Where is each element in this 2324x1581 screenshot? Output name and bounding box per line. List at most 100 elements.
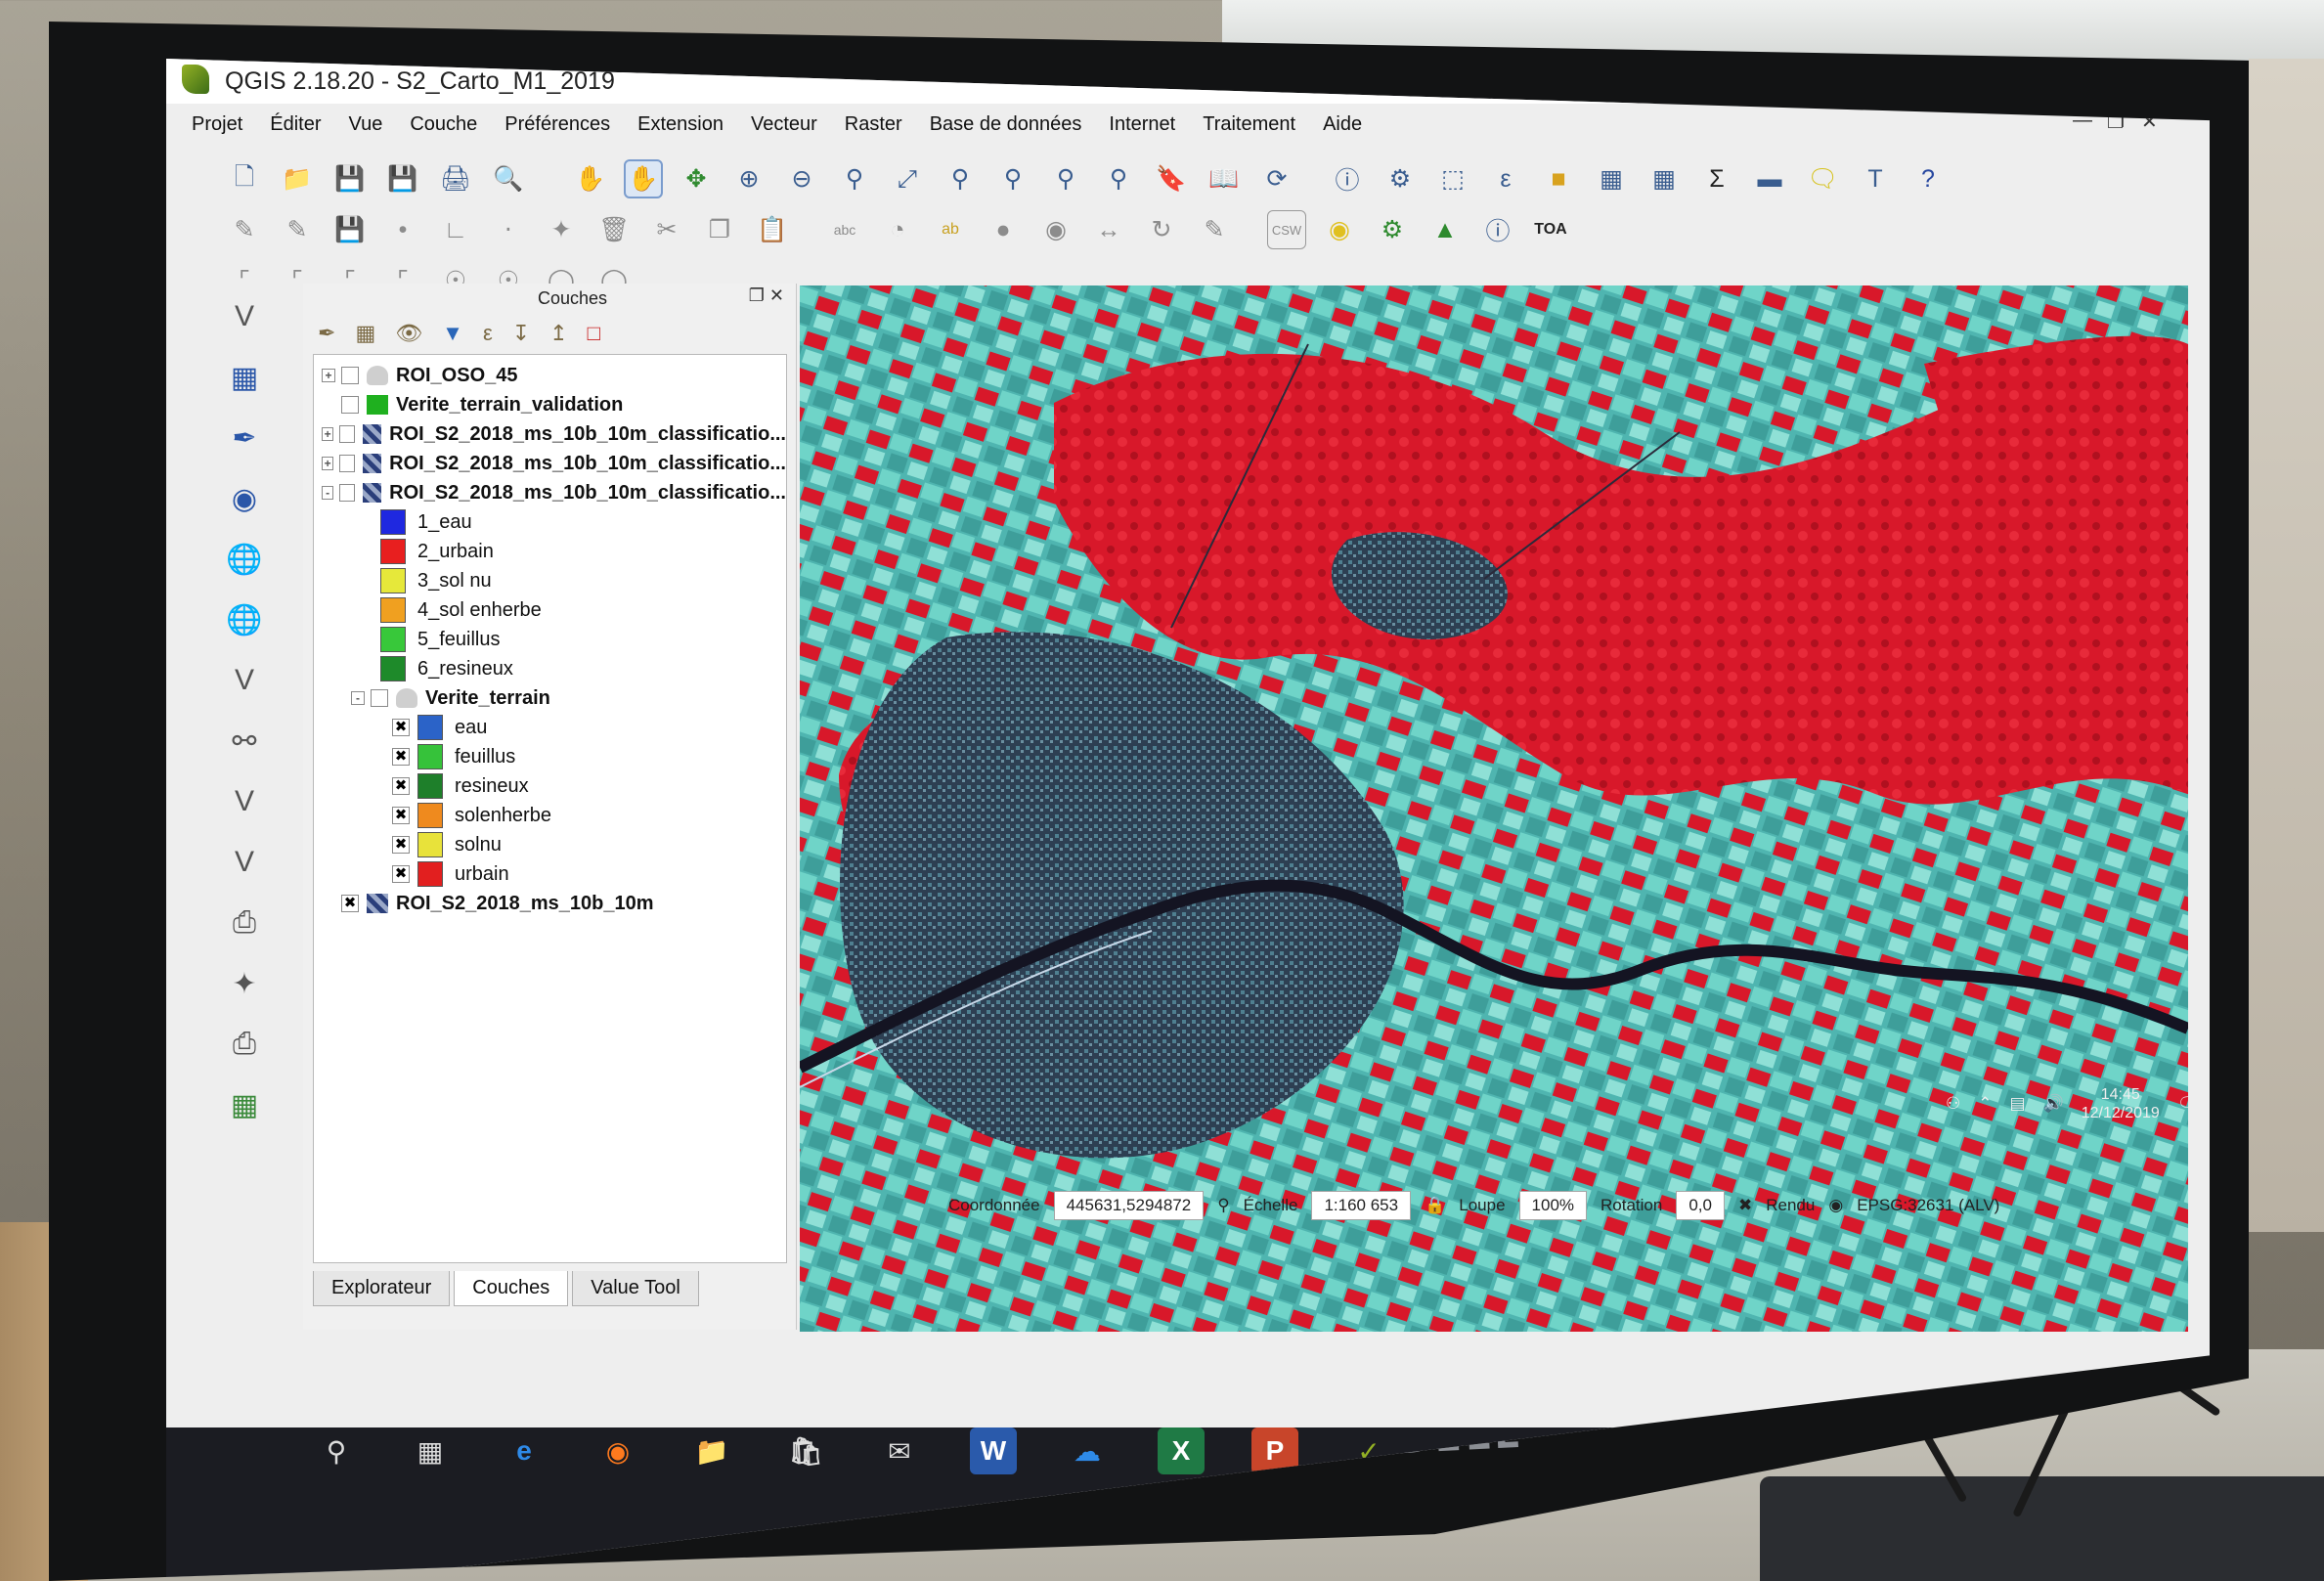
scale-lock-icon[interactable]: ⚲ bbox=[1217, 1196, 1229, 1215]
help-icon[interactable]: ? bbox=[1908, 159, 1948, 198]
menu-projet[interactable]: Projet bbox=[192, 113, 242, 136]
add-delimited-text-icon[interactable]: ⚯ bbox=[221, 718, 268, 765]
node-tool-2-icon[interactable]: ✦ bbox=[542, 210, 581, 249]
value-tool-icon[interactable]: ⓘ bbox=[1478, 210, 1517, 249]
processing-icon[interactable]: ⚙ bbox=[1373, 210, 1412, 249]
delete-selected-icon[interactable]: 🗑 bbox=[594, 210, 634, 249]
lock-icon[interactable]: 🔒 bbox=[1425, 1196, 1445, 1215]
text-annotation-icon[interactable]: T bbox=[1856, 159, 1895, 198]
zoom-layer-icon[interactable]: ⚲ bbox=[993, 159, 1032, 198]
new-shapefile-icon[interactable]: V bbox=[221, 839, 268, 886]
run-action-icon[interactable]: ⚙ bbox=[1381, 159, 1420, 198]
class-visibility-checkbox[interactable]: ✖ bbox=[392, 865, 410, 883]
new-bookmark-icon[interactable]: 🔖 bbox=[1152, 159, 1191, 198]
layer-visibility-checkbox[interactable] bbox=[339, 455, 356, 472]
collapse-all-icon[interactable]: ↥ bbox=[549, 321, 567, 346]
menu-aide[interactable]: Aide bbox=[1323, 113, 1362, 136]
rotate-label-icon[interactable]: ↻ bbox=[1142, 210, 1181, 249]
toggle-editing-icon[interactable]: ✎ bbox=[278, 210, 317, 249]
refresh-icon[interactable]: ⟳ bbox=[1257, 159, 1296, 198]
current-edits-icon[interactable]: ✎ bbox=[225, 210, 264, 249]
menu-raster[interactable]: Raster bbox=[845, 113, 902, 136]
move-label-icon[interactable]: ↔ bbox=[1089, 210, 1128, 249]
expand-toggle[interactable]: - bbox=[351, 691, 365, 705]
zoom-full-icon[interactable]: ⤢ bbox=[888, 159, 927, 198]
qgis-taskbar-icon[interactable]: ✓ bbox=[1345, 1427, 1392, 1474]
metasearch-icon[interactable]: CSW bbox=[1267, 210, 1306, 249]
rotation-field[interactable]: 0,0 bbox=[1676, 1191, 1725, 1220]
coordinate-field[interactable]: 445631,5294872 bbox=[1053, 1191, 1205, 1220]
word-icon[interactable]: W bbox=[970, 1427, 1017, 1474]
menu-traitement[interactable]: Traitement bbox=[1203, 113, 1295, 136]
highlight-labels-icon[interactable]: ab bbox=[931, 210, 970, 249]
pan-icon[interactable]: ✋ bbox=[624, 159, 663, 198]
add-raster-layer-icon[interactable]: ▦ bbox=[221, 354, 268, 401]
class-visibility-checkbox[interactable]: ✖ bbox=[392, 836, 410, 854]
new-temp-layer-icon[interactable]: ⎙ bbox=[221, 900, 268, 946]
style-brush-icon[interactable]: ✒ bbox=[318, 321, 335, 346]
menu-vecteur[interactable]: Vecteur bbox=[751, 113, 817, 136]
save-as-icon[interactable]: 💾 bbox=[383, 159, 422, 198]
layer-visibility-checkbox[interactable] bbox=[339, 425, 356, 443]
visibility-eye-icon[interactable]: 👁 bbox=[395, 321, 422, 346]
volume-icon[interactable]: 🔊 bbox=[2043, 1094, 2064, 1114]
menu-preferences[interactable]: Préférences bbox=[504, 113, 610, 136]
statistical-summary-icon[interactable]: Σ bbox=[1697, 159, 1736, 198]
crs-label[interactable]: EPSG:32631 (ALV) bbox=[1857, 1196, 1999, 1215]
change-label-icon[interactable]: ✎ bbox=[1195, 210, 1234, 249]
filter-icon[interactable]: ▼ bbox=[442, 321, 463, 346]
task-view-icon[interactable]: ▦ bbox=[407, 1427, 454, 1474]
filter-expression-icon[interactable]: ε bbox=[483, 321, 493, 346]
deselect-icon[interactable]: ■ bbox=[1539, 159, 1578, 198]
add-virtual-layer-icon[interactable]: V bbox=[221, 778, 268, 825]
store-icon[interactable]: 🛍 bbox=[782, 1427, 829, 1474]
layer-visibility-checkbox[interactable]: ✖ bbox=[341, 895, 359, 912]
firefox-icon[interactable]: ◉ bbox=[594, 1427, 641, 1474]
layer-row[interactable]: - ROI_S2_2018_ms_10b_10m_classificatio..… bbox=[322, 478, 786, 507]
clock[interactable]: 14:45 12/12/2019 bbox=[2082, 1085, 2160, 1122]
map-swipe-icon[interactable]: ▦ bbox=[221, 1081, 268, 1128]
class-visibility-checkbox[interactable]: ✖ bbox=[392, 719, 410, 736]
crs-icon[interactable]: ◉ bbox=[1828, 1196, 1843, 1215]
expand-toggle[interactable]: + bbox=[322, 427, 334, 441]
expand-toggle[interactable]: + bbox=[322, 457, 334, 470]
toa-tool-icon[interactable]: TOA bbox=[1531, 210, 1570, 249]
georeferencer-icon[interactable]: ⎙ bbox=[221, 1021, 268, 1068]
add-spatialite-layer-icon[interactable]: ✒ bbox=[221, 415, 268, 461]
composer-manager-icon[interactable]: 🔍 bbox=[489, 159, 528, 198]
layer-visibility-checkbox[interactable] bbox=[341, 396, 359, 414]
search-icon[interactable]: ⚲ bbox=[313, 1427, 360, 1474]
onedrive-icon[interactable]: ☁ bbox=[1064, 1427, 1111, 1474]
legend-class-row[interactable]: ✖ solenherbe bbox=[392, 801, 786, 830]
magnifier-field[interactable]: 100% bbox=[1518, 1191, 1588, 1220]
powerpoint-icon[interactable]: P bbox=[1251, 1427, 1298, 1474]
expand-toggle[interactable]: - bbox=[322, 486, 334, 500]
menu-extension[interactable]: Extension bbox=[637, 113, 724, 136]
add-wms-layer-icon[interactable]: 🌐 bbox=[221, 536, 268, 583]
add-feature-icon[interactable]: • bbox=[383, 210, 422, 249]
network-icon[interactable]: ▤ bbox=[2010, 1094, 2026, 1114]
people-icon[interactable]: ⚇ bbox=[1946, 1094, 1960, 1114]
new-project-icon[interactable]: 🗋 bbox=[225, 159, 264, 198]
show-bookmarks-icon[interactable]: 📖 bbox=[1205, 159, 1244, 198]
select-by-expression-icon[interactable]: ε bbox=[1486, 159, 1525, 198]
zoom-native-icon[interactable]: ⚲ bbox=[835, 159, 874, 198]
remove-layer-icon[interactable]: □ bbox=[588, 321, 600, 346]
show-hide-labels-icon[interactable]: ◉ bbox=[1036, 210, 1075, 249]
tray-chevron-icon[interactable]: ⌃ bbox=[1978, 1094, 1992, 1114]
pan-to-selection-icon[interactable]: ✥ bbox=[677, 159, 716, 198]
scale-field[interactable]: 1:160 653 bbox=[1311, 1191, 1412, 1220]
menu-base-de-donnees[interactable]: Base de données bbox=[930, 113, 1082, 136]
pin-labels-icon[interactable]: ● bbox=[984, 210, 1023, 249]
layer-row[interactable]: + ROI_S2_2018_ms_10b_10m_classificatio..… bbox=[322, 419, 786, 449]
legend-class-row[interactable]: ✖ urbain bbox=[392, 859, 786, 889]
class-visibility-checkbox[interactable]: ✖ bbox=[392, 748, 410, 766]
class-visibility-checkbox[interactable]: ✖ bbox=[392, 807, 410, 824]
tab-value-tool[interactable]: Value Tool bbox=[572, 1271, 699, 1306]
python-console-icon[interactable]: ◉ bbox=[1320, 210, 1359, 249]
layer-visibility-checkbox[interactable] bbox=[341, 367, 359, 384]
add-vector-layer-icon[interactable]: V bbox=[221, 293, 268, 340]
measure-icon[interactable]: ▬ bbox=[1750, 159, 1789, 198]
layer-row[interactable]: ✖ ROI_S2_2018_ms_10b_10m bbox=[322, 889, 786, 918]
attribute-table-icon[interactable]: ▦ bbox=[1592, 159, 1631, 198]
